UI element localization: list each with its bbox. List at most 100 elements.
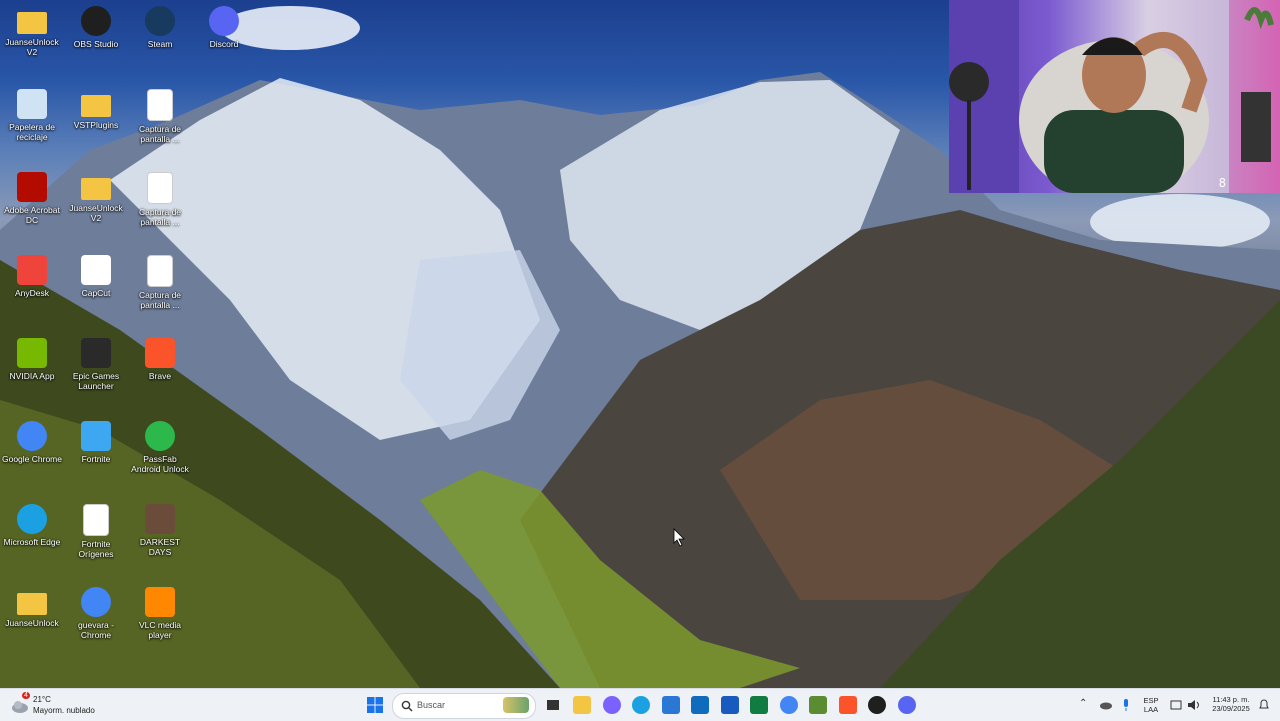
taskbar-search[interactable]: Buscar (392, 693, 536, 719)
desktop-icon[interactable]: AnyDesk (0, 251, 64, 298)
weather-temp: 21°C (33, 695, 51, 704)
task-view-icon (547, 700, 559, 710)
desktop-icon[interactable]: JuanseUnlock V2 (64, 168, 128, 223)
show-hidden-icons-chevron-icon[interactable]: ⌃ (1079, 698, 1087, 709)
taskbar: 4 21°C Mayorm. nublado Buscar ⌃ ESP LAA (0, 688, 1280, 721)
desktop-icon-label: CapCut (81, 288, 111, 298)
webcam-scene (949, 0, 1280, 193)
desktop-icon-label: AnyDesk (14, 288, 49, 298)
clock[interactable]: 11:43 p. m. 23/09/2025 (1206, 695, 1256, 713)
weather-desc: Mayorm. nublado (33, 706, 95, 715)
task-view-button[interactable] (544, 696, 562, 714)
chrome-icon[interactable] (779, 696, 798, 714)
desktop-icon-label: Captura de pantalla ... (138, 290, 182, 310)
desktop-icon[interactable]: Steam (128, 2, 192, 49)
start-button[interactable] (366, 696, 384, 714)
capcut-icon (81, 255, 111, 285)
desktop-icon[interactable]: Adobe Acrobat DC (0, 168, 64, 225)
desktop-icon[interactable]: guevara - Chrome (64, 583, 128, 640)
desktop-icon[interactable]: Brave (128, 334, 192, 381)
outlook-icon[interactable] (691, 696, 709, 714)
desktop-icon[interactable]: Discord (192, 2, 256, 49)
word-icon[interactable] (720, 696, 739, 714)
desktop-icon-label: JuanseUnlock V2 (69, 203, 123, 223)
darkest-days-icon (145, 504, 175, 534)
weather-widget[interactable]: 4 21°C Mayorm. nublado (8, 692, 118, 718)
nvidia-icon (17, 338, 47, 368)
desktop-icon[interactable]: Papelera de reciclaje (0, 85, 64, 142)
anydesk-icon (17, 255, 47, 285)
notifications-icon[interactable] (1258, 699, 1270, 711)
folder-icon (17, 593, 47, 615)
passfab-icon (145, 421, 175, 451)
edge-icon[interactable] (632, 696, 650, 714)
webcam-counter: 8 (1218, 176, 1226, 190)
desktop-icon-label: VSTPlugins (73, 120, 119, 130)
edge-icon (17, 504, 47, 534)
desktop-icon-label: VLC media player (138, 620, 182, 640)
desktop-icon[interactable]: Google Chrome (0, 417, 64, 464)
desktop-icon-label: JuanseUnlock V2 (5, 37, 59, 57)
excel-icon[interactable] (750, 696, 768, 714)
desktop-icon[interactable]: JuanseUnlock (0, 583, 64, 628)
network-icon[interactable] (1170, 699, 1184, 711)
store-icon[interactable] (661, 696, 680, 714)
desktop-icon-label: Adobe Acrobat DC (4, 205, 60, 225)
desktop-icon-label: Microsoft Edge (3, 537, 61, 547)
fortnite-icon (81, 421, 111, 451)
minecraft-icon[interactable] (809, 696, 827, 714)
discord-icon[interactable] (897, 696, 916, 714)
search-icon (401, 700, 413, 712)
weather-cloud-icon (12, 701, 28, 713)
desktop-icon[interactable]: VLC media player (128, 583, 192, 640)
screenshot-file-icon (147, 89, 173, 121)
steam-icon (145, 6, 175, 36)
desktop-icon[interactable]: Microsoft Edge (0, 500, 64, 547)
desktop-icon-label: Brave (148, 371, 172, 381)
desktop-icon[interactable]: Fortnite (64, 417, 128, 464)
language-top: ESP (1143, 696, 1159, 705)
file-explorer-icon[interactable] (573, 696, 591, 714)
file-icon (83, 504, 109, 536)
brave-icon (145, 338, 175, 368)
desktop[interactable]: JuanseUnlock V2 OBS Studio Steam Discord Pap… (0, 0, 1280, 688)
desktop-icon[interactable]: JuanseUnlock V2 (0, 2, 64, 57)
onedrive-icon[interactable] (1099, 700, 1113, 710)
desktop-icon-label: OBS Studio (73, 39, 119, 49)
desktop-icon[interactable]: Captura de pantalla ... (128, 168, 192, 227)
chrome-icon (17, 421, 47, 451)
desktop-icon[interactable]: NVIDIA App (0, 334, 64, 381)
microphone-icon[interactable] (1121, 698, 1131, 712)
obs-icon[interactable] (868, 696, 886, 714)
desktop-icon-label: Google Chrome (1, 454, 62, 464)
volume-icon[interactable] (1187, 699, 1201, 711)
desktop-icon-label: Steam (147, 39, 173, 49)
desktop-icon[interactable]: OBS Studio (64, 2, 128, 49)
desktop-icon-label: PassFab Android Unlock (131, 454, 189, 474)
desktop-icon[interactable]: Captura de pantalla ... (128, 85, 192, 144)
desktop-icon-label: Papelera de reciclaje (9, 122, 55, 142)
desktop-icon-label: DARKEST DAYS (139, 537, 181, 557)
folder-icon (81, 95, 111, 117)
search-highlight-icon (503, 697, 529, 713)
webcam-overlay: 8 (949, 0, 1280, 193)
folder-icon (81, 178, 111, 200)
screenshot-file-icon (147, 255, 173, 287)
desktop-icon-label: Epic Games Launcher (72, 371, 120, 391)
desktop-icon[interactable]: DARKEST DAYS (128, 500, 192, 557)
desktop-icon-label: Fortnite Orígenes (78, 539, 114, 559)
brave-icon[interactable] (838, 696, 857, 714)
copilot-icon[interactable] (602, 696, 621, 714)
desktop-icon[interactable]: PassFab Android Unlock (128, 417, 192, 474)
desktop-icon[interactable]: Fortnite Orígenes (64, 500, 128, 559)
discord-icon (209, 6, 239, 36)
desktop-icon[interactable]: Epic Games Launcher (64, 334, 128, 391)
epic-games-icon (81, 338, 111, 368)
desktop-icon[interactable]: CapCut (64, 251, 128, 298)
language-indicator[interactable]: ESP LAA (1140, 696, 1162, 714)
desktop-icon-label: Captura de pantalla ... (138, 124, 182, 144)
screenshot-file-icon (147, 172, 173, 204)
folder-icon (17, 12, 47, 34)
desktop-icon[interactable]: VSTPlugins (64, 85, 128, 130)
desktop-icon[interactable]: Captura de pantalla ... (128, 251, 192, 310)
